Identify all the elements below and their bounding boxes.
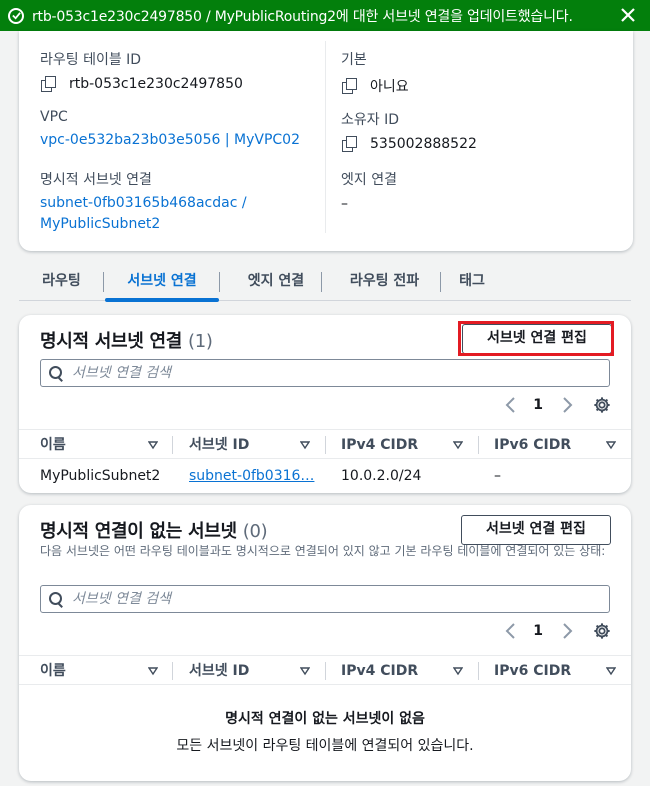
close-icon[interactable]	[620, 7, 636, 23]
edge-field: 엣지 연결 –	[341, 169, 397, 212]
chevron-right-icon[interactable]	[557, 395, 577, 415]
vpc-link[interactable]: vpc-0e532ba23b03e5056 | MyVPC02	[40, 132, 300, 148]
main-label: 기본	[341, 52, 367, 68]
gear-icon[interactable]	[593, 396, 611, 414]
route-table-id-value: rtb-053c1e230c2497850	[69, 76, 243, 92]
column-header-name: 이름	[40, 663, 66, 679]
success-flashbar: rtb-053c1e230c2497850 / MyPublicRouting2…	[0, 0, 650, 31]
panel-description: 다음 서브넷은 어떤 라우팅 테이블과도 명시적으로 연결되어 있지 않고 기본…	[40, 544, 606, 558]
copy-icon[interactable]	[341, 78, 357, 94]
row-subnet-id-link[interactable]: subnet-0fb0316…	[189, 468, 314, 484]
sort-down-icon[interactable]	[148, 666, 158, 676]
copy-icon[interactable]	[341, 136, 357, 152]
column-header-name: 이름	[40, 437, 66, 453]
main-value: 아니요	[370, 79, 409, 95]
main-field: 기본 아니요	[341, 49, 409, 96]
tab-list: 라우팅 서브넷 연결 엣지 연결 라우팅 전파 태그	[19, 262, 631, 302]
column-header-subnet-id: 서브넷 ID	[189, 437, 250, 453]
chevron-left-icon[interactable]	[501, 395, 521, 415]
tab-tags[interactable]: 태그	[449, 262, 495, 300]
sort-down-icon[interactable]	[300, 666, 310, 676]
table-header: 이름 서브넷 ID IPv4 CIDR IPv6 CIDR	[19, 429, 631, 459]
sort-down-icon[interactable]	[453, 666, 463, 676]
search-icon	[49, 366, 63, 380]
gear-icon[interactable]	[593, 622, 611, 640]
page-number[interactable]: 1	[533, 397, 543, 413]
search-input[interactable]	[72, 591, 592, 607]
flash-message: rtb-053c1e230c2497850 / MyPublicRouting2…	[32, 8, 573, 25]
column-divider	[325, 41, 326, 233]
page-number[interactable]: 1	[533, 623, 543, 639]
route-table-id-field: 라우팅 테이블 ID rtb-053c1e230c2497850	[40, 49, 243, 92]
edge-value: –	[341, 196, 348, 212]
sort-down-icon[interactable]	[453, 440, 463, 450]
sort-down-icon[interactable]	[148, 440, 158, 450]
explicit-subnet-link[interactable]: subnet-0fb03165b468acdac / MyPublicSubnet…	[40, 195, 247, 232]
search-icon	[49, 592, 63, 606]
search-box	[40, 359, 610, 387]
edge-label: 엣지 연결	[341, 172, 397, 188]
pagination: 1	[501, 395, 611, 415]
explicit-subnet-associations-panel: 명시적 서브넷 연결 (1) 서브넷 연결 편집 1 이름 서브넷 ID IPv…	[19, 315, 631, 493]
panel-title: 명시적 연결이 없는 서브넷 (0)	[40, 521, 268, 542]
panel-title: 명시적 서브넷 연결 (1)	[40, 331, 213, 352]
vpc-field: VPC vpc-0e532ba23b03e5056 | MyVPC02	[40, 109, 300, 148]
route-table-details: 라우팅 테이블 ID rtb-053c1e230c2497850 VPC vpc…	[19, 31, 633, 251]
column-header-ipv6: IPv6 CIDR	[494, 663, 572, 679]
row-ipv6: –	[494, 468, 501, 484]
owner-value: 535002888522	[370, 136, 477, 152]
vpc-label: VPC	[40, 109, 68, 125]
check-circle-icon	[8, 7, 24, 24]
sort-down-icon[interactable]	[300, 440, 310, 450]
tab-edge-associations[interactable]: 엣지 연결	[231, 262, 321, 300]
tab-route-propagation[interactable]: 라우팅 전파	[331, 262, 438, 300]
column-header-ipv4: IPv4 CIDR	[341, 663, 419, 679]
explicit-subnet-field: 명시적 서브넷 연결 subnet-0fb03165b468acdac / MyP…	[40, 169, 247, 235]
empty-state-title: 명시적 연결이 없는 서브넷이 없음	[225, 711, 425, 727]
tab-routes[interactable]: 라우팅	[29, 262, 94, 300]
route-table-id-label: 라우팅 테이블 ID	[40, 52, 142, 68]
table-header: 이름 서브넷 ID IPv4 CIDR IPv6 CIDR	[19, 655, 631, 685]
owner-field: 소유자 ID 535002888522	[341, 109, 477, 152]
search-input[interactable]	[72, 365, 592, 381]
row-ipv4: 10.0.2.0/24	[341, 468, 422, 484]
column-header-ipv4: IPv4 CIDR	[341, 437, 419, 453]
chevron-right-icon[interactable]	[557, 621, 577, 641]
tab-subnet-associations[interactable]: 서브넷 연결	[105, 262, 219, 302]
explicit-subnet-label: 명시적 서브넷 연결	[40, 172, 152, 188]
owner-label: 소유자 ID	[341, 112, 399, 128]
row-name: MyPublicSubnet2	[40, 468, 161, 484]
column-header-ipv6: IPv6 CIDR	[494, 437, 572, 453]
subnets-without-explicit-panel: 명시적 연결이 없는 서브넷 (0) 서브넷 연결 편집 다음 서브넷은 어떤 …	[19, 505, 631, 781]
highlight-box	[458, 321, 614, 356]
chevron-left-icon[interactable]	[501, 621, 521, 641]
sort-down-icon[interactable]	[606, 666, 616, 676]
copy-icon[interactable]	[40, 76, 56, 92]
edit-subnet-associations-button[interactable]: 서브넷 연결 편집	[461, 515, 611, 545]
search-box	[40, 585, 610, 613]
column-header-subnet-id: 서브넷 ID	[189, 663, 250, 679]
sort-down-icon[interactable]	[606, 440, 616, 450]
empty-state-subtitle: 모든 서브넷이 라우팅 테이블에 연결되어 있습니다.	[176, 738, 474, 754]
pagination: 1	[501, 621, 611, 641]
